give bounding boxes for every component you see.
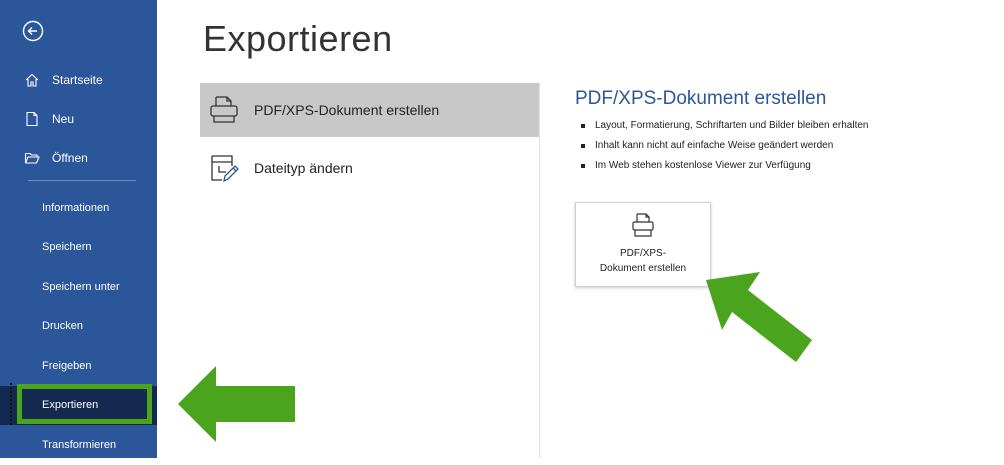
option-create-pdf-xps[interactable]: PDF/XPS-Dokument erstellen — [200, 83, 539, 137]
create-button-label: PDF/XPS- Dokument erstellen — [599, 248, 687, 274]
sidebar-divider — [28, 180, 136, 181]
new-document-icon — [26, 111, 38, 126]
sidebar-item-label: Speichern — [42, 241, 92, 254]
sidebar-item-transformieren[interactable]: Transformieren — [0, 425, 157, 465]
detail-heading: PDF/XPS-Dokument erstellen — [575, 88, 827, 109]
option-label: PDF/XPS-Dokument erstellen — [254, 102, 440, 118]
sidebar-item-drucken[interactable]: Drucken — [0, 307, 157, 347]
export-options-list: PDF/XPS-Dokument erstellen Dateityp ände… — [200, 83, 540, 458]
option-label: Dateityp ändern — [254, 160, 353, 176]
bullet-icon — [581, 124, 585, 128]
detail-panel: PDF/XPS-Dokument erstellen Layout, Forma… — [575, 88, 985, 176]
sidebar-item-label: Öffnen — [52, 150, 88, 165]
sidebar-sub-nav: Informationen Speichern Speichern unter … — [0, 188, 157, 465]
sidebar-top-nav: Startseite Neu Öffnen — [0, 60, 157, 177]
sidebar-item-informationen[interactable]: Informationen — [0, 188, 157, 228]
bullet-icon — [581, 164, 585, 168]
list-item: Im Web stehen kostenlose Viewer zur Verf… — [575, 156, 985, 176]
sidebar-item-label: Transformieren — [42, 438, 117, 451]
back-arrow-icon[interactable] — [22, 20, 44, 42]
option-change-filetype[interactable]: Dateityp ändern — [200, 141, 539, 195]
sidebar-item-neu[interactable]: Neu — [0, 99, 157, 138]
sidebar-item-freigeben[interactable]: Freigeben — [0, 346, 157, 386]
sidebar-item-label: Speichern unter — [42, 280, 120, 293]
pdf-document-icon — [210, 96, 238, 123]
sidebar-item-label: Freigeben — [42, 359, 92, 372]
home-icon — [25, 73, 39, 87]
sidebar-item-label: Informationen — [42, 201, 110, 214]
detail-bullets: Layout, Formatierung, Schriftarten und B… — [575, 116, 985, 176]
folder-open-icon — [24, 152, 40, 164]
sidebar-item-label: Neu — [52, 111, 75, 126]
list-item: Layout, Formatierung, Schriftarten und B… — [575, 116, 985, 136]
change-filetype-icon — [211, 155, 239, 183]
pdf-document-icon — [632, 213, 654, 237]
sidebar-item-startseite[interactable]: Startseite — [0, 60, 157, 99]
sidebar-item-speichern-unter[interactable]: Speichern unter — [0, 267, 157, 307]
list-item: Inhalt kann nicht auf einfache Weise geä… — [575, 136, 985, 156]
sidebar-item-label: Exportieren — [42, 399, 99, 412]
sidebar-item-exportieren[interactable]: Exportieren — [0, 385, 157, 425]
sidebar-item-label: Drucken — [42, 320, 83, 333]
sidebar-item-speichern[interactable]: Speichern — [0, 228, 157, 268]
page-title: Exportieren — [203, 18, 393, 59]
create-pdf-xps-button[interactable]: PDF/XPS- Dokument erstellen — [575, 202, 711, 287]
sidebar-item-label: Startseite — [52, 72, 103, 87]
sidebar-item-oeffnen[interactable]: Öffnen — [0, 138, 157, 177]
annotation-arrow-diagonal-icon — [706, 272, 812, 362]
focus-indicator — [10, 383, 14, 425]
bullet-icon — [581, 144, 585, 148]
backstage-sidebar: Startseite Neu Öffnen Informationen Spei… — [0, 0, 157, 458]
